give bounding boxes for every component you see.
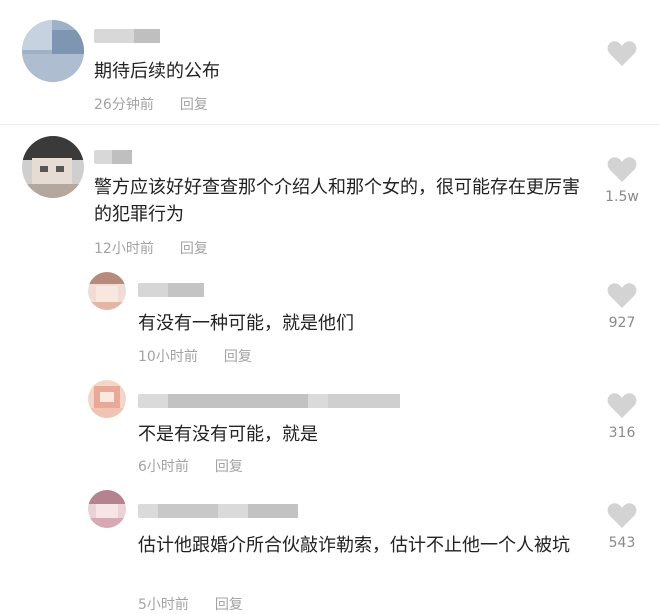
reply-button[interactable]: 回复 (180, 241, 208, 257)
like-count: 927 (608, 315, 636, 331)
comment-text: 警方应该好好查查那个介绍人和那个女的，很可能存在更厉害的犯罪行为 (94, 177, 580, 225)
like-button[interactable]: 927 (594, 282, 650, 331)
avatar[interactable] (22, 136, 84, 198)
username-blurred[interactable] (138, 283, 204, 297)
like-count: 543 (608, 535, 636, 551)
like-button[interactable]: 316 (594, 392, 650, 441)
like-button[interactable] (594, 40, 650, 67)
reply-time: 5小时前 (138, 597, 189, 613)
username-blurred[interactable] (94, 150, 132, 164)
like-button[interactable]: 1.5w (594, 156, 650, 205)
heart-icon (607, 157, 637, 182)
heart-icon (607, 41, 637, 66)
comment-text: 期待后续的公布 (94, 61, 220, 82)
reply-text: 有没有一种可能，就是他们 (138, 313, 354, 334)
reply-time: 10小时前 (138, 349, 198, 365)
avatar[interactable] (22, 20, 84, 82)
reply-time: 6小时前 (138, 459, 189, 475)
like-count: 316 (608, 425, 636, 441)
reply-button[interactable]: 回复 (180, 97, 208, 113)
username-blurred[interactable] (94, 29, 160, 43)
heart-icon (607, 283, 637, 308)
username-blurred[interactable] (138, 394, 400, 408)
heart-icon (607, 503, 637, 528)
like-count: 1.5w (605, 189, 639, 205)
comment-time: 12小时前 (94, 241, 154, 257)
avatar[interactable] (88, 380, 126, 418)
avatar[interactable] (88, 272, 126, 310)
reply-button[interactable]: 回复 (215, 459, 243, 475)
heart-icon (607, 393, 637, 418)
reply-meta: 5小时前 回复 (138, 594, 243, 614)
reply-text: 估计他跟婚介所合伙敲诈勒索，估计不止他一个人被坑 (138, 535, 570, 556)
reply-button[interactable]: 回复 (224, 349, 252, 365)
like-button[interactable]: 543 (594, 502, 650, 551)
reply-meta: 6小时前 回复 (138, 456, 243, 476)
comment-meta: 12小时前 回复 (94, 238, 208, 258)
reply-text: 不是有没有可能，就是 (138, 424, 318, 445)
avatar[interactable] (88, 490, 126, 528)
reply-meta: 10小时前 回复 (138, 346, 252, 366)
username-blurred[interactable] (138, 504, 298, 518)
comment-time: 26分钟前 (94, 97, 154, 113)
reply-button[interactable]: 回复 (215, 597, 243, 613)
comment-meta: 26分钟前 回复 (94, 94, 208, 114)
divider (0, 124, 660, 125)
